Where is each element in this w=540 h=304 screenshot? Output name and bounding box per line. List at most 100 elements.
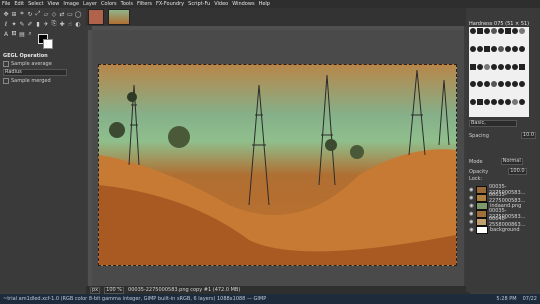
image-tab-2[interactable]: [108, 9, 130, 25]
eye-icon[interactable]: ◉: [469, 227, 474, 233]
brush-item[interactable]: [491, 63, 497, 70]
brush-item[interactable]: [512, 28, 518, 34]
eye-icon[interactable]: ◉: [469, 195, 474, 201]
eye-icon[interactable]: ◉: [469, 219, 474, 225]
clone-icon[interactable]: ⎘: [50, 20, 58, 28]
layer-row[interactable]: ◉ 00040-2558000863...: [469, 216, 539, 228]
shear-icon[interactable]: ▱: [42, 10, 50, 18]
menu-view[interactable]: View: [46, 0, 62, 8]
brush-item[interactable]: [484, 28, 490, 34]
crop-icon[interactable]: ⌗: [18, 10, 26, 18]
menu-file[interactable]: File: [0, 0, 12, 8]
brush-item[interactable]: [512, 63, 518, 70]
brush-item[interactable]: [470, 99, 476, 106]
fuzzy-select-icon[interactable]: ✦: [10, 20, 18, 28]
brush-item[interactable]: [512, 45, 518, 52]
brush-item[interactable]: [470, 28, 476, 34]
eye-icon[interactable]: ◉: [469, 211, 474, 217]
brush-item[interactable]: [519, 45, 525, 52]
brush-item[interactable]: [498, 63, 504, 70]
menu-help[interactable]: Help: [257, 0, 272, 8]
scale-icon[interactable]: ⤢: [34, 10, 42, 18]
brush-item[interactable]: [498, 99, 504, 106]
gradient-icon[interactable]: ▤: [18, 30, 26, 38]
spacing-value[interactable]: 10.0: [520, 132, 537, 139]
brush-item[interactable]: [512, 99, 518, 106]
brush-item[interactable]: [484, 81, 490, 88]
airbrush-icon[interactable]: ✈: [42, 20, 50, 28]
flip-icon[interactable]: ⇄: [58, 10, 66, 18]
move-icon[interactable]: ✥: [2, 10, 10, 18]
brush-item[interactable]: [477, 99, 483, 106]
heal-icon[interactable]: ✚: [58, 20, 66, 28]
image-tab-1[interactable]: [88, 9, 104, 25]
brush-item[interactable]: [477, 28, 483, 34]
opacity-value[interactable]: 100.0: [508, 168, 527, 175]
eye-icon[interactable]: ◉: [469, 203, 474, 209]
color-swatches[interactable]: [38, 34, 53, 49]
eraser-icon[interactable]: ▮: [34, 20, 42, 28]
menu-colors[interactable]: Colors: [99, 0, 119, 8]
menu-script-fu[interactable]: Script-Fu: [186, 0, 212, 8]
brush-item[interactable]: [470, 63, 476, 70]
menu-image[interactable]: Image: [61, 0, 81, 8]
perspective-icon[interactable]: ◇: [50, 10, 58, 18]
brush-item[interactable]: [477, 63, 483, 70]
ellipse-select-icon[interactable]: ◯: [74, 10, 82, 18]
smudge-icon[interactable]: ☝: [66, 20, 74, 28]
menu-layer[interactable]: Layer: [81, 0, 99, 8]
brush-item[interactable]: [477, 81, 483, 88]
layer-row[interactable]: ◉ 00035-2275000583...: [469, 192, 539, 204]
brush-item[interactable]: [505, 99, 511, 106]
align-icon[interactable]: ⊞: [10, 10, 18, 18]
brush-item[interactable]: [477, 45, 483, 52]
menu-select[interactable]: Select: [26, 0, 45, 8]
pencil-icon[interactable]: ✎: [18, 20, 26, 28]
zoom-icon[interactable]: ⌕: [26, 30, 34, 38]
zoom-select[interactable]: 100 %: [104, 286, 125, 294]
rect-select-icon[interactable]: ▭: [66, 10, 74, 18]
unit-select[interactable]: px: [90, 286, 101, 294]
brush-item[interactable]: [484, 63, 490, 70]
brush-item[interactable]: [498, 28, 504, 34]
brush-grid[interactable]: [469, 27, 529, 117]
rotate-icon[interactable]: ↻: [26, 10, 34, 18]
menu-video[interactable]: Video: [212, 0, 230, 8]
brush-item[interactable]: [498, 45, 504, 52]
brush-item[interactable]: [512, 81, 518, 88]
bucket-icon[interactable]: ⛾: [10, 30, 18, 38]
brush-item[interactable]: [505, 28, 511, 34]
brush-item[interactable]: [491, 81, 497, 88]
brush-item[interactable]: [484, 45, 490, 52]
brush-item[interactable]: [491, 28, 497, 34]
text-icon[interactable]: A: [2, 30, 10, 38]
brush-filter-input[interactable]: Basic,: [469, 120, 517, 127]
lasso-icon[interactable]: ℓ: [2, 20, 10, 28]
brush-item[interactable]: [519, 99, 525, 106]
brush-item[interactable]: [498, 81, 504, 88]
menu-windows[interactable]: Windows: [230, 0, 256, 8]
brush-item[interactable]: [505, 45, 511, 52]
checkbox-icon[interactable]: [3, 61, 9, 67]
menu-fx-foundry[interactable]: FX-Foundry: [154, 0, 186, 8]
brush-item[interactable]: [519, 81, 525, 88]
brush-item[interactable]: [470, 81, 476, 88]
brush-item[interactable]: [491, 45, 497, 52]
brush-item[interactable]: [519, 63, 525, 70]
brush-item[interactable]: [505, 81, 511, 88]
image-canvas[interactable]: [98, 64, 457, 266]
eye-icon[interactable]: ◉: [469, 187, 474, 193]
menu-filters[interactable]: Filters: [135, 0, 154, 8]
brush-item[interactable]: [470, 45, 476, 52]
menu-tools[interactable]: Tools: [119, 0, 135, 8]
dodge-icon[interactable]: ◐: [74, 20, 82, 28]
paintbrush-icon[interactable]: ✐: [26, 20, 34, 28]
brush-item[interactable]: [519, 28, 525, 34]
brush-item[interactable]: [505, 63, 511, 70]
brush-item[interactable]: [491, 99, 497, 106]
checkbox-icon[interactable]: [3, 78, 9, 84]
mode-select[interactable]: Normal: [500, 158, 523, 165]
menu-edit[interactable]: Edit: [12, 0, 26, 8]
brush-item[interactable]: [484, 99, 490, 106]
radius-field[interactable]: Radius: [3, 69, 67, 76]
